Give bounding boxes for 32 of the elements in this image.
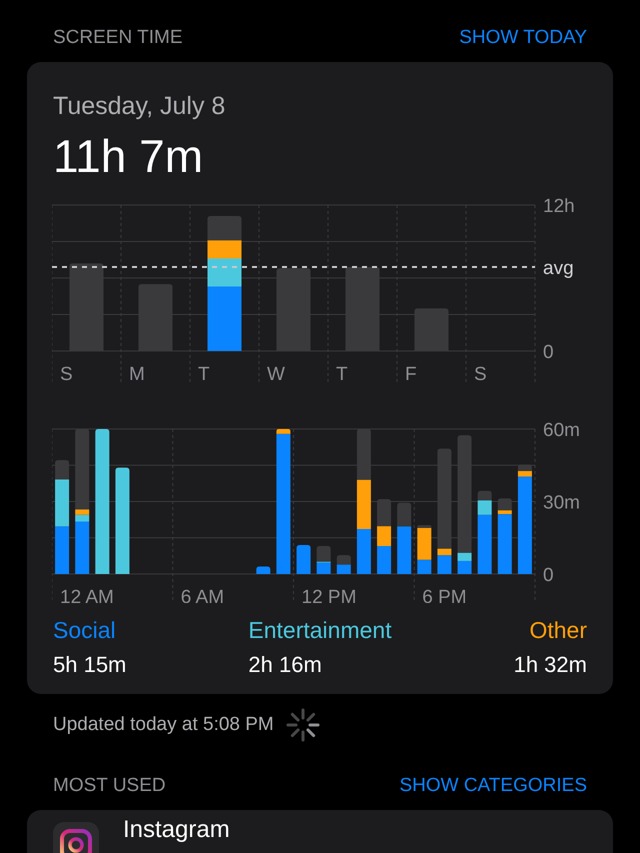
axis-label: W <box>267 364 285 385</box>
axis-label: F <box>405 364 417 385</box>
category-label: Social <box>53 617 117 644</box>
category-label: Entertainment <box>248 617 392 644</box>
axis-label: T <box>336 364 348 385</box>
category-time: 5h 15m <box>53 652 126 678</box>
total-time: 11h 7m <box>53 129 204 183</box>
show-today-link[interactable]: SHOW TODAY <box>459 27 587 49</box>
section-title: SCREEN TIME <box>53 27 183 49</box>
axis-label: M <box>129 364 145 385</box>
axis-label: 6 PM <box>422 587 467 603</box>
axis-label: T <box>198 364 210 385</box>
app-name: Instagram <box>123 816 230 844</box>
show-categories-link[interactable]: SHOW CATEGORIES <box>399 775 587 797</box>
category-time: 1h 32m <box>514 652 587 678</box>
category-label: Other <box>529 617 587 644</box>
app-row[interactable]: Instagram <box>27 810 613 853</box>
axis-label: 6 AM <box>180 587 224 603</box>
axis-label: 12 PM <box>302 587 356 603</box>
axis-label: S <box>60 364 73 385</box>
axis-label: 0 <box>543 565 554 586</box>
average-label: avg <box>543 258 574 280</box>
axis-label: 12h <box>543 196 575 217</box>
axis-label: 30m <box>543 492 580 514</box>
date-label: Tuesday, July 8 <box>53 92 226 121</box>
axis-label: S <box>474 364 487 385</box>
axis-label: 60m <box>543 421 580 441</box>
category-time: 2h 16m <box>248 652 323 678</box>
updated-label: Updated today at 5:08 PM <box>53 714 274 736</box>
section-title: MOST USED <box>53 775 166 797</box>
axis-label: 12 AM <box>60 587 114 603</box>
axis-label: 0 <box>543 342 554 363</box>
